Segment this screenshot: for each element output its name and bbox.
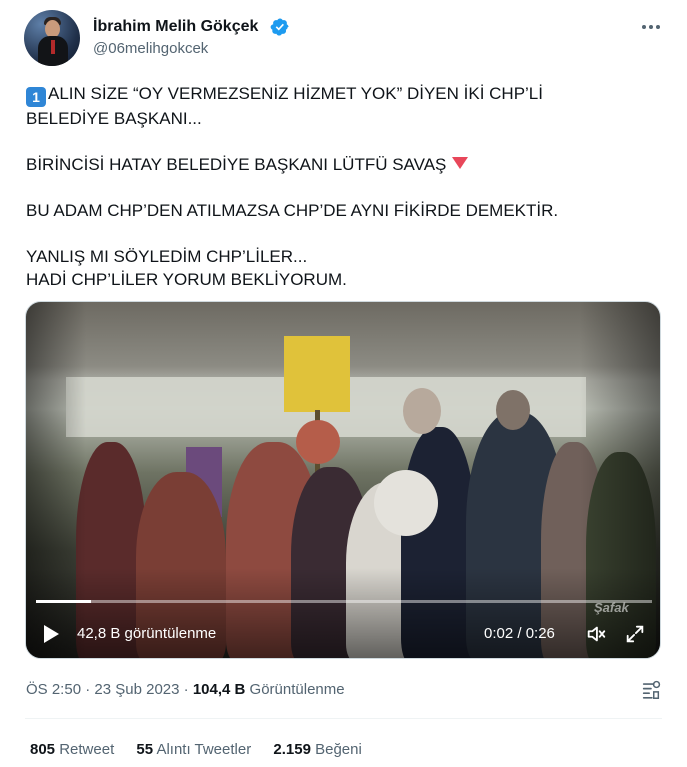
video-player[interactable]: Şafak 42,8 B görüntülenme 0:02 / 0:26: [25, 301, 661, 659]
verified-badge-icon: [270, 18, 289, 36]
fullscreen-icon[interactable]: [624, 623, 646, 645]
video-progress-bar[interactable]: [36, 600, 652, 603]
tweet-meta: ÖS 2:50 · 23 Şub 2023 · 104,4 B Görüntül…: [26, 681, 345, 698]
tweet-line-1: 1 ALIN SİZE “OY VERMEZSENİZ HİZMET YOK” D…: [26, 82, 656, 107]
more-options-icon[interactable]: [638, 14, 664, 40]
divider: [25, 718, 662, 719]
red-triangle-icon: [452, 157, 469, 169]
tweet-line-5: YANLIŞ MI SÖYLEDİM CHP’LİLER...: [26, 247, 308, 266]
video-views: 42,8 B görüntülenme: [77, 625, 217, 642]
quote-tweet-count[interactable]: 55 Alıntı Tweetler: [136, 741, 251, 758]
tweet-views-label: Görüntülenme: [249, 681, 345, 698]
tweet-time[interactable]: ÖS 2:50: [26, 681, 81, 698]
author-name[interactable]: İbrahim Melih Gökçek: [93, 18, 258, 36]
retweet-count[interactable]: 805 Retweet: [30, 741, 114, 758]
tweet-line-2: BELEDİYE BAŞKANI...: [26, 109, 202, 128]
tweet-header: İbrahim Melih Gökçek @06melihgokcek: [24, 10, 664, 68]
keycap-one-icon: 1: [26, 87, 46, 107]
tweet-date[interactable]: 23 Şub 2023: [94, 681, 179, 698]
tweet-views-count: 104,4 B: [192, 681, 246, 698]
like-count[interactable]: 2.159 Beğeni: [273, 741, 361, 758]
tweet-text: 1 ALIN SİZE “OY VERMEZSENİZ HİZMET YOK” D…: [26, 82, 656, 291]
tweet-line-4: BU ADAM CHP’DEN ATILMAZSA CHP’DE AYNI Fİ…: [26, 201, 559, 220]
analytics-icon[interactable]: [640, 679, 662, 701]
video-progress-fill: [36, 600, 92, 603]
tweet-line-3: BİRİNCİSİ HATAY BELEDİYE BAŞKANI LÜTFÜ S…: [26, 153, 656, 176]
volume-muted-icon[interactable]: [585, 623, 607, 645]
play-icon[interactable]: [44, 625, 59, 643]
video-time: 0:02 / 0:26: [484, 625, 555, 642]
avatar[interactable]: [24, 10, 80, 66]
tweet-line-6: HADİ CHP’LİLER YORUM BEKLİYORUM.: [26, 270, 347, 289]
tweet-stats: 805 Retweet 55 Alıntı Tweetler 2.159 Beğ…: [30, 741, 380, 758]
author-handle[interactable]: @06melihgokcek: [93, 40, 208, 57]
